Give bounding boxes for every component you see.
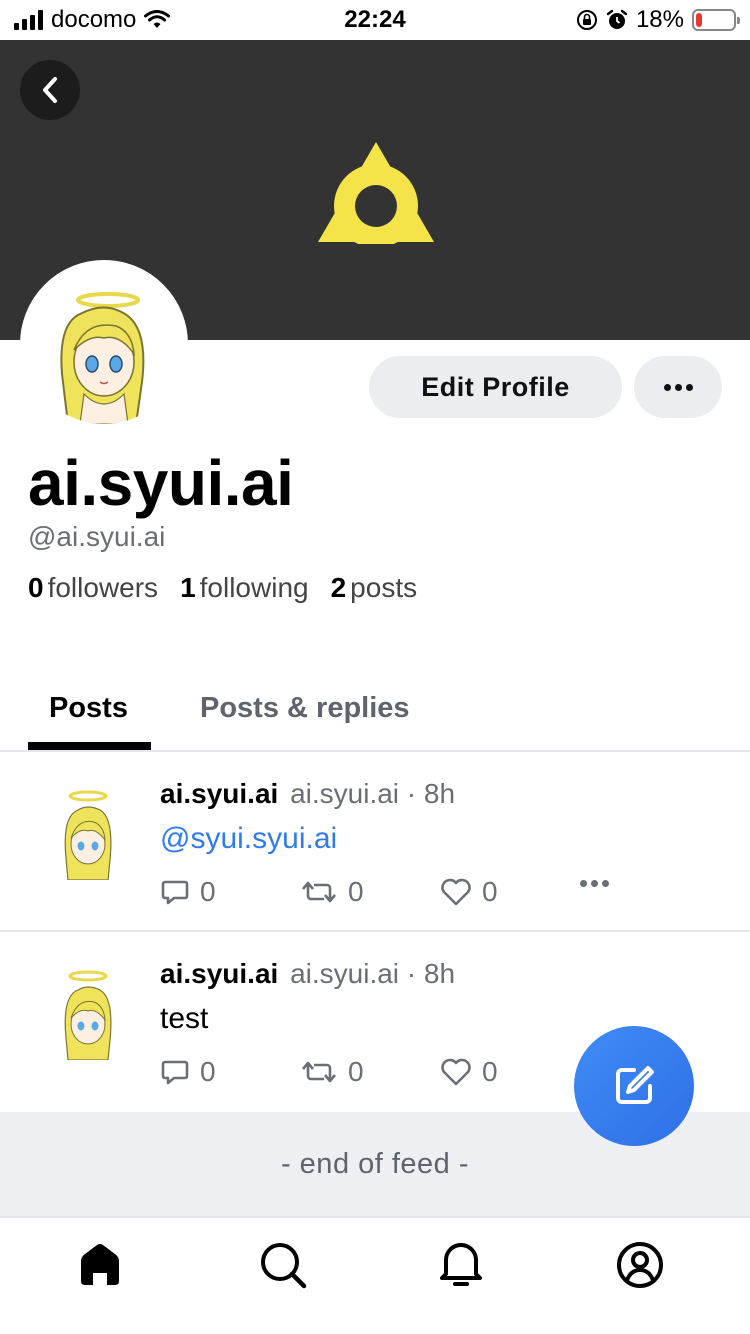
reply-button[interactable]: 0 xyxy=(160,1056,216,1088)
more-options-button[interactable] xyxy=(634,356,722,418)
status-right: 18% xyxy=(576,6,740,34)
ellipsis-icon xyxy=(580,880,587,887)
heart-icon xyxy=(441,1058,471,1086)
rotation-lock-icon xyxy=(576,10,597,30)
display-name: ai.syui.ai xyxy=(28,447,294,519)
post-handle: ai.syui.ai xyxy=(290,778,400,809)
tab-posts[interactable]: Posts xyxy=(49,692,128,725)
battery-level xyxy=(696,13,703,27)
reply-button[interactable]: 0 xyxy=(160,876,216,908)
alarm-icon xyxy=(606,9,628,29)
repost-count: 0 xyxy=(348,1056,364,1087)
repost-icon xyxy=(302,881,336,903)
search-icon xyxy=(261,1243,307,1289)
home-icon xyxy=(81,1244,119,1285)
feed-post[interactable]: ai.syui.ai ai.syui.ai · 8h @syui.syui.ai… xyxy=(0,752,750,932)
bottom-nav xyxy=(0,1216,750,1334)
chevron-left-icon xyxy=(43,77,57,103)
nav-notifications[interactable] xyxy=(436,1240,486,1290)
user-circle-icon xyxy=(617,1242,663,1288)
ellipsis-icon xyxy=(663,383,671,391)
post-more-button[interactable] xyxy=(580,880,609,887)
profile-avatar[interactable] xyxy=(20,260,188,428)
like-button[interactable]: 0 xyxy=(440,1056,498,1088)
tab-posts-and-replies[interactable]: Posts & replies xyxy=(200,692,410,725)
post-actions: 0 0 0 xyxy=(160,1056,620,1096)
profile-stats: 0 followers 1 following 2 posts xyxy=(28,572,417,604)
compose-icon xyxy=(616,1066,654,1104)
status-bar: docomo 22:24 18% xyxy=(0,0,750,40)
post-text-mention[interactable]: @syui.syui.ai xyxy=(160,822,337,856)
bell-icon xyxy=(440,1243,482,1286)
post-actions: 0 0 0 xyxy=(160,876,620,916)
profile-tabs: Posts Posts & replies xyxy=(0,680,750,752)
post-text: test xyxy=(160,1002,209,1035)
triangle-ring-logo xyxy=(318,142,434,244)
battery-icon xyxy=(692,9,740,31)
like-count: 0 xyxy=(482,876,498,907)
repost-icon xyxy=(302,1061,336,1083)
post-header: ai.syui.ai ai.syui.ai · 8h xyxy=(160,958,455,990)
following-stat[interactable]: 1 following xyxy=(180,572,309,604)
battery-percent: 18% xyxy=(635,6,684,33)
profile-handle: @ai.syui.ai xyxy=(28,521,166,552)
post-time: · 8h xyxy=(406,958,456,989)
like-button[interactable]: 0 xyxy=(440,876,498,908)
nav-search[interactable] xyxy=(258,1240,308,1290)
post-avatar[interactable] xyxy=(58,788,118,880)
posts-stat: 2 posts xyxy=(330,572,418,603)
repost-button[interactable]: 0 xyxy=(300,876,364,908)
reply-icon xyxy=(161,880,189,905)
post-handle: ai.syui.ai xyxy=(290,958,400,989)
post-author[interactable]: ai.syui.ai xyxy=(160,778,278,809)
active-tab-indicator xyxy=(28,742,151,750)
edit-profile-button[interactable]: Edit Profile xyxy=(369,356,622,418)
nav-home[interactable] xyxy=(75,1240,125,1290)
back-button[interactable] xyxy=(20,60,80,120)
like-count: 0 xyxy=(482,1056,498,1087)
compose-button[interactable] xyxy=(574,1026,694,1146)
post-avatar[interactable] xyxy=(58,968,118,1060)
nav-profile[interactable] xyxy=(615,1240,665,1290)
repost-count: 0 xyxy=(348,876,364,907)
post-time: · 8h xyxy=(406,778,456,809)
avatar-image xyxy=(60,292,145,424)
post-author[interactable]: ai.syui.ai xyxy=(160,958,278,989)
reply-count: 0 xyxy=(200,1056,216,1087)
post-header: ai.syui.ai ai.syui.ai · 8h xyxy=(160,778,455,810)
reply-count: 0 xyxy=(200,876,216,907)
repost-button[interactable]: 0 xyxy=(300,1056,364,1088)
followers-stat[interactable]: 0 followers xyxy=(28,572,158,604)
reply-icon xyxy=(161,1060,189,1085)
heart-icon xyxy=(441,878,471,906)
